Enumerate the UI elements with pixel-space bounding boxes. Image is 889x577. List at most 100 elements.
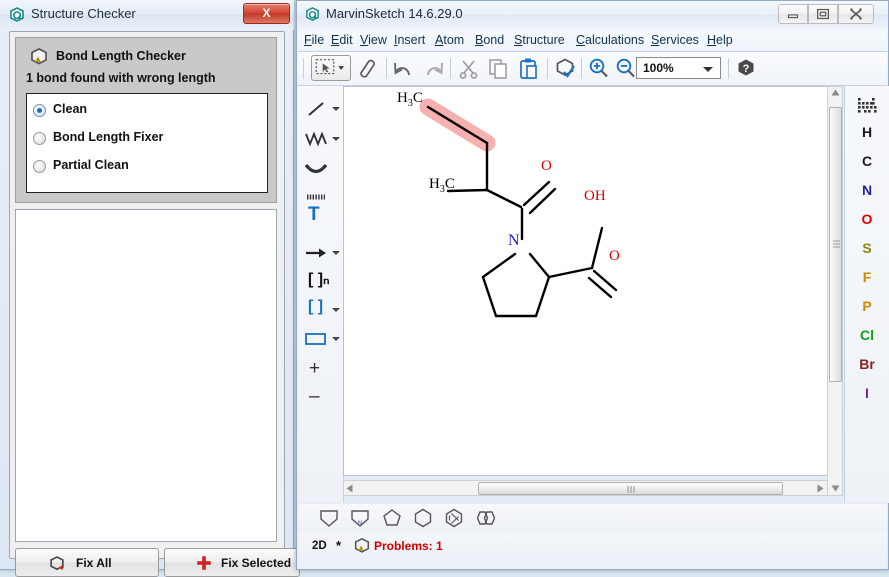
zoom-out-button[interactable] <box>613 56 638 81</box>
minimize-button[interactable] <box>778 4 808 24</box>
toolbar-divider <box>728 58 729 79</box>
cyclopentane-template-button[interactable] <box>378 506 406 530</box>
status-problems-count: Problems: 1 <box>374 539 443 553</box>
scrollbar-grip-icon <box>833 240 840 249</box>
status-dimension: 2D <box>312 540 327 552</box>
curve-tool-button[interactable] <box>302 156 330 182</box>
zoom-in-button[interactable] <box>586 56 611 81</box>
menu-insert[interactable]: Insert <box>394 33 425 47</box>
cut-button[interactable] <box>456 56 481 81</box>
redo-icon <box>421 56 446 81</box>
charge-plus-tool-button[interactable]: + <box>309 358 320 380</box>
maximize-button[interactable] <box>808 4 838 24</box>
scroll-down-arrow-icon[interactable] <box>831 485 840 492</box>
chain-tool-button[interactable] <box>302 126 330 152</box>
structure-check-button[interactable] <box>553 56 578 81</box>
red-plus-icon <box>195 554 213 572</box>
fix-all-button[interactable]: Fix All <box>15 548 159 577</box>
cyclopentane-icon <box>378 506 406 530</box>
eraser-tool-button[interactable] <box>355 56 380 81</box>
toolbar: 100% ? <box>298 52 887 86</box>
ring-template-bar: N <box>298 504 887 532</box>
bond-tool-button[interactable] <box>302 96 330 122</box>
scroll-right-arrow-icon[interactable] <box>817 484 824 493</box>
toolbar-divider <box>547 58 548 79</box>
fix-options-group: Clean Bond Length Fixer Partial Clean <box>26 93 268 193</box>
rectangle-tool-dropdown-arrow[interactable] <box>332 337 340 341</box>
structure-check-icon <box>553 56 578 81</box>
tool-palette: T [ ]ₙ [ ] + – <box>298 86 344 503</box>
element-button-o[interactable]: O <box>845 211 889 240</box>
maximize-icon <box>809 5 837 23</box>
charge-minus-tool-button[interactable]: – <box>309 386 320 408</box>
menu-calculations[interactable]: Calculations <box>576 33 644 47</box>
bond-lines <box>428 107 616 316</box>
benzene-template-button[interactable] <box>440 506 468 530</box>
bond-tool-dropdown-arrow[interactable] <box>332 107 340 111</box>
paste-button[interactable] <box>516 56 541 81</box>
naphthalene-template-button[interactable] <box>472 506 500 530</box>
menu-help[interactable]: Help <box>707 33 733 47</box>
close-button[interactable] <box>838 4 874 24</box>
problem-list-area[interactable] <box>15 209 277 542</box>
arrow-tool-button[interactable] <box>302 240 330 266</box>
text-tool-button[interactable]: T <box>308 204 320 226</box>
structure-checker-close-button[interactable]: X <box>243 3 290 24</box>
horizontal-scrollbar-thumb[interactable] <box>478 482 783 495</box>
pyrrole-template-button[interactable]: N <box>346 506 374 530</box>
checker-result-panel: Bond Length Checker 1 bond found with wr… <box>15 37 277 203</box>
menu-services[interactable]: Services <box>651 33 699 47</box>
element-button-c[interactable]: C <box>845 153 889 182</box>
zoom-out-icon <box>613 56 638 81</box>
element-button-p[interactable]: P <box>845 298 889 327</box>
chain-tool-dropdown-arrow[interactable] <box>332 137 340 141</box>
menu-edit[interactable]: Edit <box>331 33 353 47</box>
scroll-up-arrow-icon[interactable] <box>831 89 840 96</box>
element-button-h[interactable]: H <box>845 124 889 153</box>
warning-hexagon-icon <box>29 47 49 67</box>
menu-atom[interactable]: Atom <box>435 33 464 47</box>
eraser-icon <box>355 56 380 81</box>
toolbar-divider <box>581 58 582 79</box>
element-button-f[interactable]: F <box>845 269 889 298</box>
radio-indicator <box>33 160 46 173</box>
cyclopentadiene-template-button[interactable] <box>315 506 343 530</box>
bracket-tool-button[interactable]: [ ] <box>308 298 323 316</box>
canvas-vertical-scrollbar[interactable] <box>827 86 843 496</box>
periodic-table-button[interactable] <box>845 94 889 123</box>
element-button-i[interactable]: I <box>845 385 889 414</box>
copy-button[interactable] <box>486 56 511 81</box>
svg-text:N: N <box>358 521 362 527</box>
selection-tool-button[interactable] <box>311 55 351 81</box>
vertical-scrollbar-thumb[interactable] <box>829 107 842 382</box>
element-button-br[interactable]: Br <box>845 356 889 385</box>
redo-button[interactable] <box>421 56 446 81</box>
menu-file[interactable]: File <box>304 33 324 47</box>
help-button[interactable]: ? <box>734 56 759 81</box>
element-button-cl[interactable]: Cl <box>845 327 889 356</box>
radio-label: Bond Length Fixer <box>53 130 163 144</box>
marvin-title: MarvinSketch 14.6.29.0 <box>326 6 463 21</box>
molecule-canvas[interactable]: H3C H3C O N OH O <box>343 86 843 476</box>
fix-selected-button[interactable]: Fix Selected <box>164 548 300 577</box>
repeating-unit-tool-button[interactable]: [ ]ₙ <box>308 269 329 289</box>
benzene-icon <box>440 506 468 530</box>
element-button-n[interactable]: N <box>845 182 889 211</box>
menubar: File Edit View Insert Atom Bond Structur… <box>298 30 887 52</box>
canvas-horizontal-scrollbar[interactable] <box>343 480 828 496</box>
zoom-level-combobox[interactable]: 100% <box>636 57 721 79</box>
chevron-down-icon <box>703 67 713 72</box>
element-button-s[interactable]: S <box>845 240 889 269</box>
arrow-tool-dropdown-arrow[interactable] <box>332 251 340 255</box>
rectangle-tool-button[interactable] <box>302 326 330 352</box>
minimize-icon <box>779 5 807 23</box>
scroll-left-arrow-icon[interactable] <box>346 484 353 493</box>
menu-structure[interactable]: Structure <box>514 33 565 47</box>
undo-button[interactable] <box>391 56 416 81</box>
bracket-tool-dropdown-arrow[interactable] <box>332 308 340 312</box>
menu-bond[interactable]: Bond <box>475 33 504 47</box>
menu-view[interactable]: View <box>360 33 387 47</box>
cyclohexane-template-button[interactable] <box>409 506 437 530</box>
warning-hexagon-icon <box>353 537 371 555</box>
ketone-oxygen-label: O <box>541 158 552 175</box>
